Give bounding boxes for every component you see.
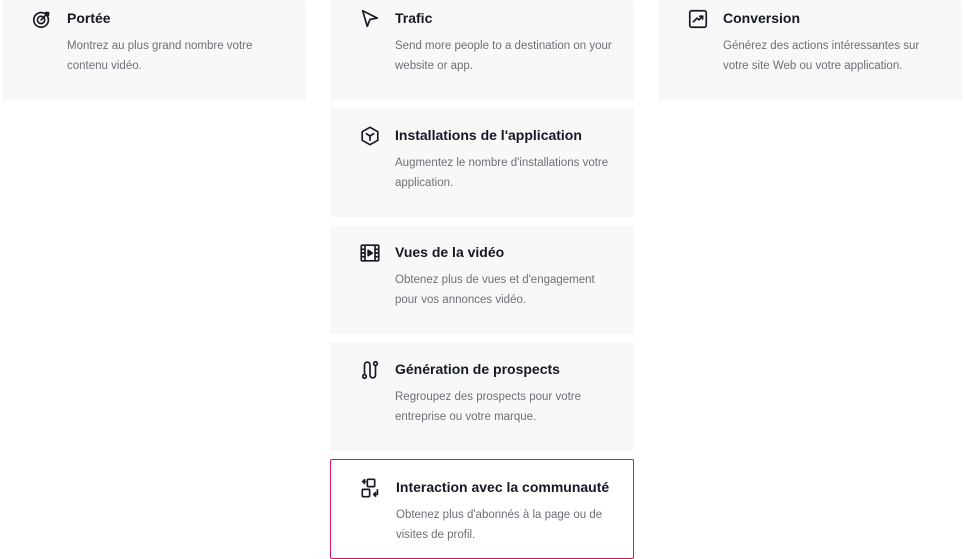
- objective-title: Vues de la vidéo: [395, 244, 505, 260]
- objective-title: Trafic: [395, 10, 433, 26]
- objective-card-reach[interactable]: Portée Montrez au plus grand nombre votr…: [2, 0, 306, 100]
- target-icon: [30, 7, 54, 31]
- objective-description: Regroupez des prospects pour votre entre…: [395, 391, 582, 423]
- objective-description: Augmentez le nombre d'installations votr…: [395, 157, 609, 189]
- film-icon: [358, 241, 382, 265]
- objective-title: Génération de prospects: [395, 361, 560, 377]
- objective-title: Conversion: [723, 10, 801, 26]
- objective-description: Obtenez plus d'abonnés à la page ou de v…: [396, 509, 603, 541]
- objective-description: Générez des actions intéressantes sur vo…: [723, 40, 920, 72]
- objective-card-app-installs[interactable]: Installations de l'application Augmentez…: [330, 108, 634, 217]
- objective-title: Installations de l'application: [395, 127, 582, 143]
- objective-description: Send more people to a destination on you…: [395, 40, 612, 72]
- objective-title: Portée: [67, 10, 111, 26]
- cursor-arrow-icon: [358, 7, 382, 31]
- objective-card-video-views[interactable]: Vues de la vidéo Obtenez plus de vues et…: [330, 225, 634, 334]
- objective-description: Montrez au plus grand nombre votre conte…: [67, 40, 253, 72]
- objective-card-traffic[interactable]: Trafic Send more people to a destination…: [330, 0, 634, 100]
- objective-description: Obtenez plus de vues et d'engagement pou…: [395, 274, 595, 306]
- objective-card-lead-generation[interactable]: Génération de prospects Regroupez des pr…: [330, 342, 634, 451]
- trending-chart-icon: [686, 7, 710, 31]
- path-icon: [358, 358, 382, 382]
- objective-card-community-interaction[interactable]: Interaction avec la communauté Obtenez p…: [330, 459, 634, 559]
- objective-card-conversion[interactable]: Conversion Générez des actions intéressa…: [658, 0, 962, 100]
- objective-title: Interaction avec la communauté: [396, 479, 610, 495]
- community-exchange-icon: [359, 476, 383, 500]
- cube-icon: [358, 124, 382, 148]
